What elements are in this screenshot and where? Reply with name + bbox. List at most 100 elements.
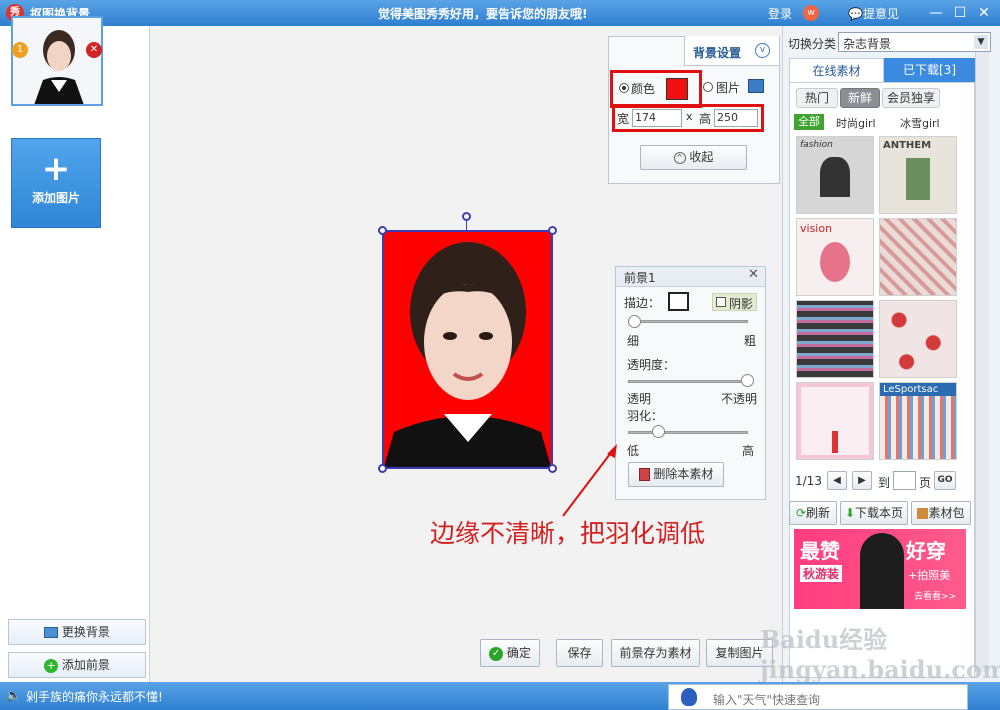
opacity-slider[interactable] <box>628 380 748 383</box>
material-tile[interactable]: vision <box>796 218 874 296</box>
material-tile[interactable]: fashion <box>796 136 874 214</box>
fg-panel-title: 前景1 <box>624 271 656 285</box>
material-pack-label: 素材包 <box>928 506 965 520</box>
tile-caption: ANTHEM <box>883 140 932 151</box>
resize-handle-tl[interactable] <box>378 226 387 235</box>
material-tile[interactable] <box>796 300 874 378</box>
annotation-text: 边缘不清晰，把羽化调低 <box>430 519 706 548</box>
promo-slogan[interactable]: 觉得美图秀秀好用，要告诉您的朋友哦! <box>378 5 587 22</box>
promo-banner[interactable]: 最赞 秋游装 好穿 +拍照美 去看看>> <box>794 529 966 609</box>
add-foreground-button[interactable]: + 添加前景 <box>8 652 146 678</box>
material-pack-button[interactable]: 素材包 <box>911 501 971 525</box>
chevron-down-icon[interactable]: v <box>755 43 770 58</box>
material-tile[interactable]: LeSportsac <box>879 382 957 460</box>
add-picture-button[interactable]: + 添加图片 <box>11 138 101 228</box>
change-background-button[interactable]: 更换背景 <box>8 619 146 645</box>
weibo-icon[interactable]: w <box>803 5 819 21</box>
prev-page-icon[interactable]: ◀ <box>827 471 847 490</box>
image-radio[interactable] <box>703 82 713 92</box>
subtab-fresh[interactable]: 新鲜 <box>840 88 880 108</box>
subtab-hot[interactable]: 热门 <box>796 88 838 108</box>
tab-downloaded[interactable]: 已下载[3] <box>884 58 975 82</box>
search-placeholder: 输入"天气"快速查询 <box>713 693 821 707</box>
material-tile[interactable] <box>796 382 874 460</box>
add-foreground-label: 添加前景 <box>61 658 110 672</box>
shadow-label: 阴影 <box>729 297 754 311</box>
annotation-arrow <box>562 444 617 517</box>
minimize-icon[interactable]: — <box>926 3 946 23</box>
login-link[interactable]: 登录 <box>768 5 792 22</box>
material-tile[interactable]: ANTHEM <box>879 136 957 214</box>
height-input[interactable]: 250 <box>714 109 758 127</box>
dropdown-arrow-icon[interactable]: ▼ <box>974 35 988 49</box>
baidu-watermark: Baidu经验 jingyan.baidu.com <box>760 625 1000 684</box>
image-thumbnail[interactable] <box>11 16 103 106</box>
search-box[interactable]: 输入"天气"快速查询 <box>668 684 968 710</box>
fg-close-icon[interactable]: ✕ <box>748 267 759 282</box>
portrait-thumb-icon <box>13 18 101 104</box>
tile-caption: fashion <box>800 140 833 150</box>
download-page-button[interactable]: ⬇下载本页 <box>840 501 908 525</box>
status-bar: 🔈 剁手族的痛你永远都不懂! 输入"天气"快速查询 <box>0 682 1000 710</box>
stroke-thick-label: 粗 <box>744 334 757 348</box>
feedback-link[interactable]: 💬提意见 <box>848 5 899 22</box>
shadow-checkbox-wrap[interactable]: 阴影 <box>712 293 757 311</box>
chat-icon: 💬 <box>848 7 863 21</box>
cutout-photo[interactable] <box>382 230 553 469</box>
width-input[interactable]: 174 <box>632 109 682 127</box>
switch-category-label: 切换分类 <box>788 37 837 51</box>
feather-slider-knob[interactable] <box>652 425 665 438</box>
category-value: 杂志背景 <box>843 37 892 51</box>
save-button[interactable]: 保存 <box>556 639 603 667</box>
resize-handle-tr[interactable] <box>548 226 557 235</box>
filter-fashion-girl[interactable]: 时尚girl <box>836 115 876 131</box>
category-select[interactable]: 杂志背景 ▼ <box>838 32 991 52</box>
confirm-label: 确定 <box>506 646 531 660</box>
material-tile[interactable] <box>879 300 957 378</box>
rotate-handle[interactable] <box>462 212 471 221</box>
subtab-members[interactable]: 会员独享 <box>882 88 940 108</box>
opacity-slider-knob[interactable] <box>740 374 754 387</box>
feather-slider[interactable] <box>628 431 748 434</box>
remove-thumb-icon[interactable]: ✕ <box>86 42 102 58</box>
title-bar: 秀 抠图换背景 觉得美图秀秀好用，要告诉您的朋友哦! 登录 w 💬提意见 — ☐… <box>0 0 1000 26</box>
next-page-icon[interactable]: ▶ <box>852 471 872 490</box>
shadow-checkbox[interactable] <box>716 297 726 307</box>
save-foreground-button[interactable]: 前景存为素材 <box>611 639 700 667</box>
page-indicator: 1/13 <box>795 474 822 488</box>
download-icon: ⬇ <box>844 506 856 520</box>
add-picture-label: 添加图片 <box>31 191 80 205</box>
color-radio[interactable] <box>619 83 629 93</box>
filter-snow-girl[interactable]: 冰雪girl <box>900 115 940 131</box>
add-circle-icon: + <box>44 658 59 673</box>
stroke-slider-knob[interactable] <box>628 315 641 328</box>
go-button[interactable]: GO <box>934 471 956 490</box>
collapse-button[interactable]: ^ 收起 <box>640 145 747 170</box>
pick-image-icon[interactable] <box>748 79 764 93</box>
page-number-input[interactable] <box>893 471 916 490</box>
feedback-label: 提意见 <box>862 7 899 21</box>
confirm-button[interactable]: ✓ 确定 <box>480 639 540 667</box>
stroke-slider[interactable] <box>628 320 748 323</box>
delete-material-button[interactable]: 删除本素材 <box>628 462 724 487</box>
tab-online-materials[interactable]: 在线素材 <box>789 58 884 82</box>
maximize-icon[interactable]: ☐ <box>950 3 970 23</box>
height-label: 高 <box>699 112 712 126</box>
refresh-button[interactable]: ⟳刷新 <box>789 501 837 525</box>
material-tile[interactable] <box>879 218 957 296</box>
resize-handle-bl[interactable] <box>378 464 387 473</box>
thumb-index-badge: 1 <box>12 42 28 58</box>
color-swatch[interactable] <box>666 78 688 100</box>
feather-label: 羽化： <box>627 409 664 423</box>
bg-settings-header[interactable]: 背景设置 v <box>684 36 780 66</box>
opacity-opaque-label: 不透明 <box>721 392 758 406</box>
close-icon[interactable]: ✕ <box>974 3 994 23</box>
plus-icon: + <box>41 149 71 189</box>
filter-all[interactable]: 全部 <box>794 114 824 130</box>
stroke-color-swatch[interactable] <box>668 292 689 311</box>
tile-caption: LeSportsac <box>880 383 956 396</box>
right-scrollbar[interactable] <box>975 52 989 672</box>
opacity-label: 透明度： <box>627 358 676 372</box>
speaker-icon[interactable]: 🔈 <box>6 688 21 702</box>
news-ticker[interactable]: 剁手族的痛你永远都不懂! <box>26 688 163 705</box>
